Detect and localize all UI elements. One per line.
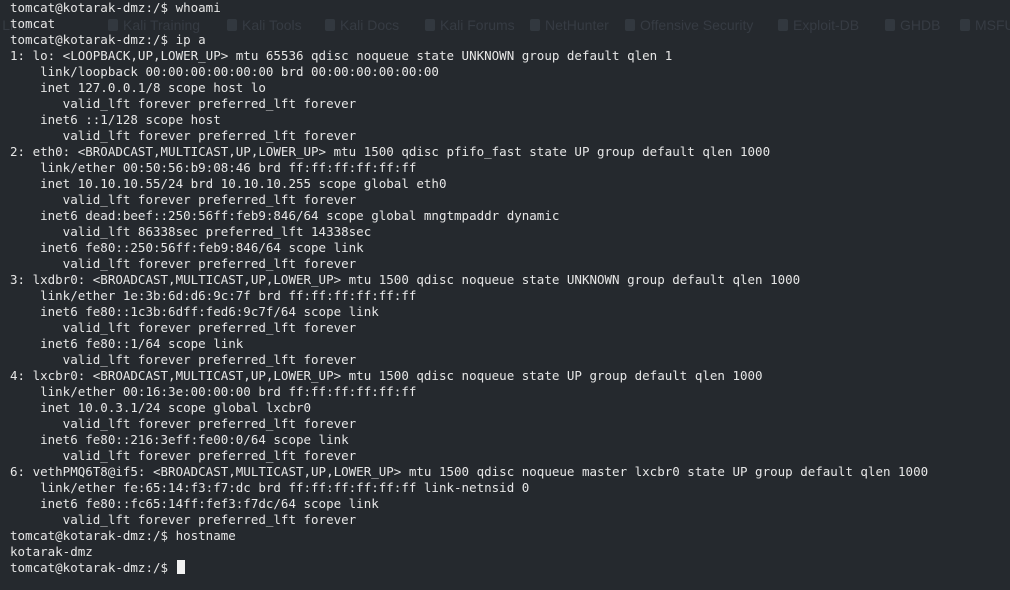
terminal-line: inet 10.0.3.1/24 scope global lxcbr0 [10,400,312,415]
terminal-line: valid_lft forever preferred_lft forever [10,256,357,271]
terminal-line: tomcat@kotarak-dmz:/$ hostname [10,528,236,543]
terminal-output[interactable]: tomcat@kotarak-dmz:/$ whoami tomcat tomc… [0,0,1010,590]
terminal-line: kotarak-dmz [10,544,93,559]
text-cursor [176,560,185,574]
terminal-prompt-line[interactable]: tomcat@kotarak-dmz:/$ [0,560,1010,576]
terminal-line: valid_lft forever preferred_lft forever [10,96,357,111]
terminal-line: tomcat@kotarak-dmz:/$ whoami [10,0,221,15]
terminal-line: link/ether 00:16:3e:00:00:00 brd ff:ff:f… [10,384,417,399]
shell-prompt: tomcat@kotarak-dmz:/$ [10,560,176,575]
terminal-line: link/ether 00:50:56:b9:08:46 brd ff:ff:f… [10,160,417,175]
terminal-line: valid_lft forever preferred_lft forever [10,448,357,463]
terminal-line: valid_lft forever preferred_lft forever [10,512,357,527]
terminal-line: valid_lft 86338sec preferred_lft 14338se… [10,224,372,239]
terminal-line: valid_lft forever preferred_lft forever [10,192,357,207]
terminal-line: valid_lft forever preferred_lft forever [10,416,357,431]
terminal-line: inet 10.10.10.55/24 brd 10.10.10.255 sco… [10,176,447,191]
terminal-line: inet6 dead:beef::250:56ff:feb9:846/64 sc… [10,208,560,223]
terminal-line: inet 127.0.0.1/8 scope host lo [10,80,266,95]
terminal-line: inet6 fe80::216:3eff:fe00:0/64 scope lin… [10,432,349,447]
terminal-line: 3: lxdbr0: <BROADCAST,MULTICAST,UP,LOWER… [10,272,801,287]
terminal-line: inet6 fe80::1/64 scope link [10,336,244,351]
terminal-line: link/loopback 00:00:00:00:00:00 brd 00:0… [10,64,439,79]
terminal-line: valid_lft forever preferred_lft forever [10,128,357,143]
terminal-line: 6: vethPMQ6T8@if5: <BROADCAST,MULTICAST,… [10,464,929,479]
terminal-line: link/ether 1e:3b:6d:d6:9c:7f brd ff:ff:f… [10,288,417,303]
terminal-line: inet6 fe80::1c3b:6dff:fed6:9c7f/64 scope… [10,304,379,319]
terminal-line: link/ether fe:65:14:f3:f7:dc brd ff:ff:f… [10,480,530,495]
terminal-line: 1: lo: <LOOPBACK,UP,LOWER_UP> mtu 65536 … [10,48,673,63]
terminal-line: valid_lft forever preferred_lft forever [10,352,357,367]
terminal-line: inet6 fe80::fc65:14ff:fef3:f7dc/64 scope… [10,496,379,511]
terminal-line: inet6 fe80::250:56ff:feb9:846/64 scope l… [10,240,364,255]
terminal-line: inet6 ::1/128 scope host [10,112,221,127]
terminal-line: 4: lxcbr0: <BROADCAST,MULTICAST,UP,LOWER… [10,368,763,383]
terminal-line: 2: eth0: <BROADCAST,MULTICAST,UP,LOWER_U… [10,144,771,159]
terminal-line: tomcat [10,16,56,31]
terminal-line: tomcat@kotarak-dmz:/$ ip a [10,32,206,47]
terminal-line: valid_lft forever preferred_lft forever [10,320,357,335]
